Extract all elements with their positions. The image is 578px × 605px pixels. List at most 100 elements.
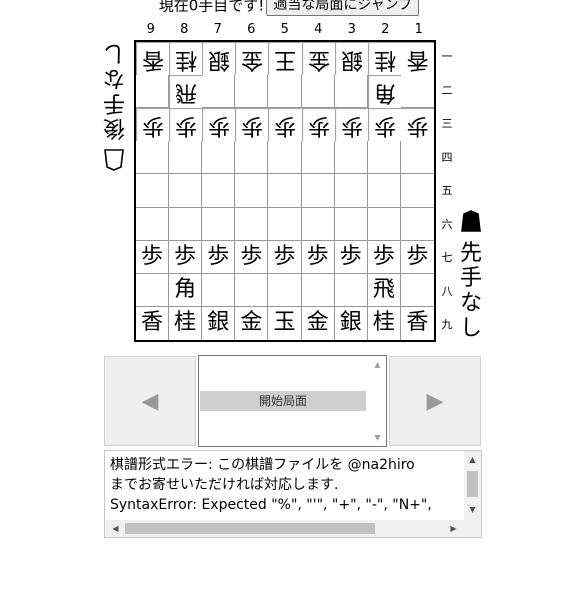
board-square[interactable] [334, 141, 368, 175]
sente-piece[interactable]: 銀 [202, 306, 236, 340]
jump-button[interactable]: 適当な局面にジャンプ [266, 0, 420, 16]
file-labels: 9 8 7 6 5 4 3 2 1 [134, 22, 436, 40]
scroll-up-icon[interactable]: ▲ [369, 360, 386, 369]
error-horizontal-scrollbar[interactable]: ◀ ▶ [105, 520, 481, 537]
sente-piece[interactable]: 金 [235, 306, 269, 340]
gote-piece[interactable]: 香 [136, 42, 170, 76]
sente-piece[interactable]: 桂 [368, 306, 401, 340]
board-square[interactable] [400, 274, 434, 307]
board-square[interactable] [235, 207, 269, 241]
sente-piece[interactable]: 歩 [169, 240, 203, 274]
board-square[interactable] [334, 75, 368, 109]
board-square[interactable] [301, 273, 335, 307]
gote-piece[interactable]: 歩 [367, 108, 401, 142]
sente-piece[interactable]: 歩 [268, 240, 302, 274]
error-vertical-scrollbar[interactable]: ▲ ▼ [464, 451, 481, 521]
board-square[interactable] [268, 141, 302, 175]
gote-piece[interactable]: 歩 [169, 108, 203, 142]
scrollbar-thumb[interactable] [467, 471, 478, 497]
board-square[interactable] [169, 207, 203, 241]
scroll-down-icon[interactable]: ▼ [369, 433, 386, 442]
move-list-option-selected[interactable]: 開始局面 [200, 391, 366, 411]
board-square[interactable] [268, 207, 302, 241]
gote-piece[interactable]: 飛 [169, 75, 203, 109]
file-label: 6 [247, 22, 256, 37]
board-square[interactable] [202, 75, 236, 109]
sente-piece[interactable]: 歩 [334, 240, 368, 274]
gote-piece[interactable]: 歩 [136, 108, 170, 142]
board-square[interactable] [136, 174, 170, 208]
board-square[interactable] [268, 273, 302, 307]
gote-piece[interactable]: 金 [235, 42, 269, 76]
board-square[interactable] [367, 207, 401, 241]
board-square[interactable] [301, 141, 335, 175]
board-square[interactable] [235, 141, 269, 175]
gote-piece[interactable]: 金 [301, 42, 335, 76]
board-square[interactable] [400, 174, 434, 208]
sente-piece[interactable]: 歩 [301, 240, 335, 274]
sente-piece[interactable]: 飛 [367, 273, 401, 307]
board-square[interactable] [301, 174, 335, 208]
sente-piece[interactable]: 香 [401, 307, 434, 340]
board-square[interactable] [301, 207, 335, 241]
gote-piece[interactable]: 歩 [400, 108, 434, 142]
gote-piece[interactable]: 歩 [202, 108, 236, 142]
next-move-button[interactable]: ▶ [389, 356, 481, 446]
sente-piece[interactable]: 桂 [169, 306, 203, 340]
gote-piece[interactable]: 歩 [268, 108, 302, 142]
sente-piece[interactable]: 角 [169, 273, 203, 307]
gote-piece[interactable]: 香 [400, 42, 434, 76]
board-square[interactable] [367, 141, 401, 175]
sente-piece[interactable]: 歩 [136, 240, 170, 274]
scroll-right-icon[interactable]: ▶ [445, 520, 462, 537]
sente-piece[interactable]: 金 [302, 306, 335, 340]
board-square[interactable] [169, 174, 203, 208]
gote-piece[interactable]: 桂 [367, 42, 401, 76]
gote-piece[interactable]: 歩 [235, 108, 269, 142]
board-square[interactable] [400, 75, 434, 109]
sente-piece[interactable]: 香 [136, 306, 170, 340]
board-square[interactable] [235, 273, 269, 307]
board-square[interactable] [136, 141, 170, 175]
gote-piece[interactable]: 桂 [169, 42, 203, 76]
board-square[interactable] [334, 273, 368, 307]
error-textarea[interactable]: 棋譜形式エラー: この棋譜ファイルを @na2hiro までお寄せいただければ対… [104, 450, 482, 538]
board-square[interactable] [136, 273, 170, 307]
sente-piece[interactable]: 歩 [367, 240, 401, 274]
board-square[interactable] [367, 174, 401, 208]
move-list[interactable]: 開始局面 ▲ ▼ [198, 355, 387, 447]
board-square[interactable] [334, 174, 368, 208]
sente-piece[interactable]: 歩 [400, 241, 434, 274]
scrollbar-thumb[interactable] [125, 523, 375, 534]
gote-piece[interactable]: 歩 [334, 108, 368, 142]
move-list-scrollbar[interactable]: ▲ ▼ [369, 356, 386, 446]
gote-piece[interactable]: 角 [367, 75, 401, 109]
sente-piece[interactable]: 歩 [235, 240, 269, 274]
board-square[interactable] [235, 174, 269, 208]
sente-piece[interactable]: 玉 [268, 306, 302, 340]
board-square[interactable] [268, 174, 302, 208]
board-square[interactable] [235, 75, 269, 109]
board-square[interactable] [400, 208, 434, 241]
board-square[interactable] [202, 273, 236, 307]
sente-piece[interactable]: 歩 [202, 240, 236, 274]
scroll-left-icon[interactable]: ◀ [107, 520, 124, 537]
board-square[interactable] [400, 141, 434, 175]
prev-move-button[interactable]: ◀ [104, 356, 196, 446]
board-square[interactable] [202, 207, 236, 241]
board-square[interactable] [301, 75, 335, 109]
gote-piece[interactable]: 王 [268, 42, 302, 76]
board-square[interactable] [136, 207, 170, 241]
gote-piece[interactable]: 銀 [334, 42, 368, 76]
scroll-down-icon[interactable]: ▼ [464, 505, 481, 514]
board-square[interactable] [169, 141, 203, 175]
gote-piece[interactable]: 銀 [202, 42, 236, 76]
board-square[interactable] [268, 75, 302, 109]
gote-piece[interactable]: 歩 [301, 108, 335, 142]
board-square[interactable] [202, 174, 236, 208]
sente-piece[interactable]: 銀 [335, 306, 368, 340]
board-square[interactable] [334, 207, 368, 241]
board-square[interactable] [202, 141, 236, 175]
board-square[interactable] [136, 75, 170, 109]
scroll-up-icon[interactable]: ▲ [464, 455, 481, 464]
